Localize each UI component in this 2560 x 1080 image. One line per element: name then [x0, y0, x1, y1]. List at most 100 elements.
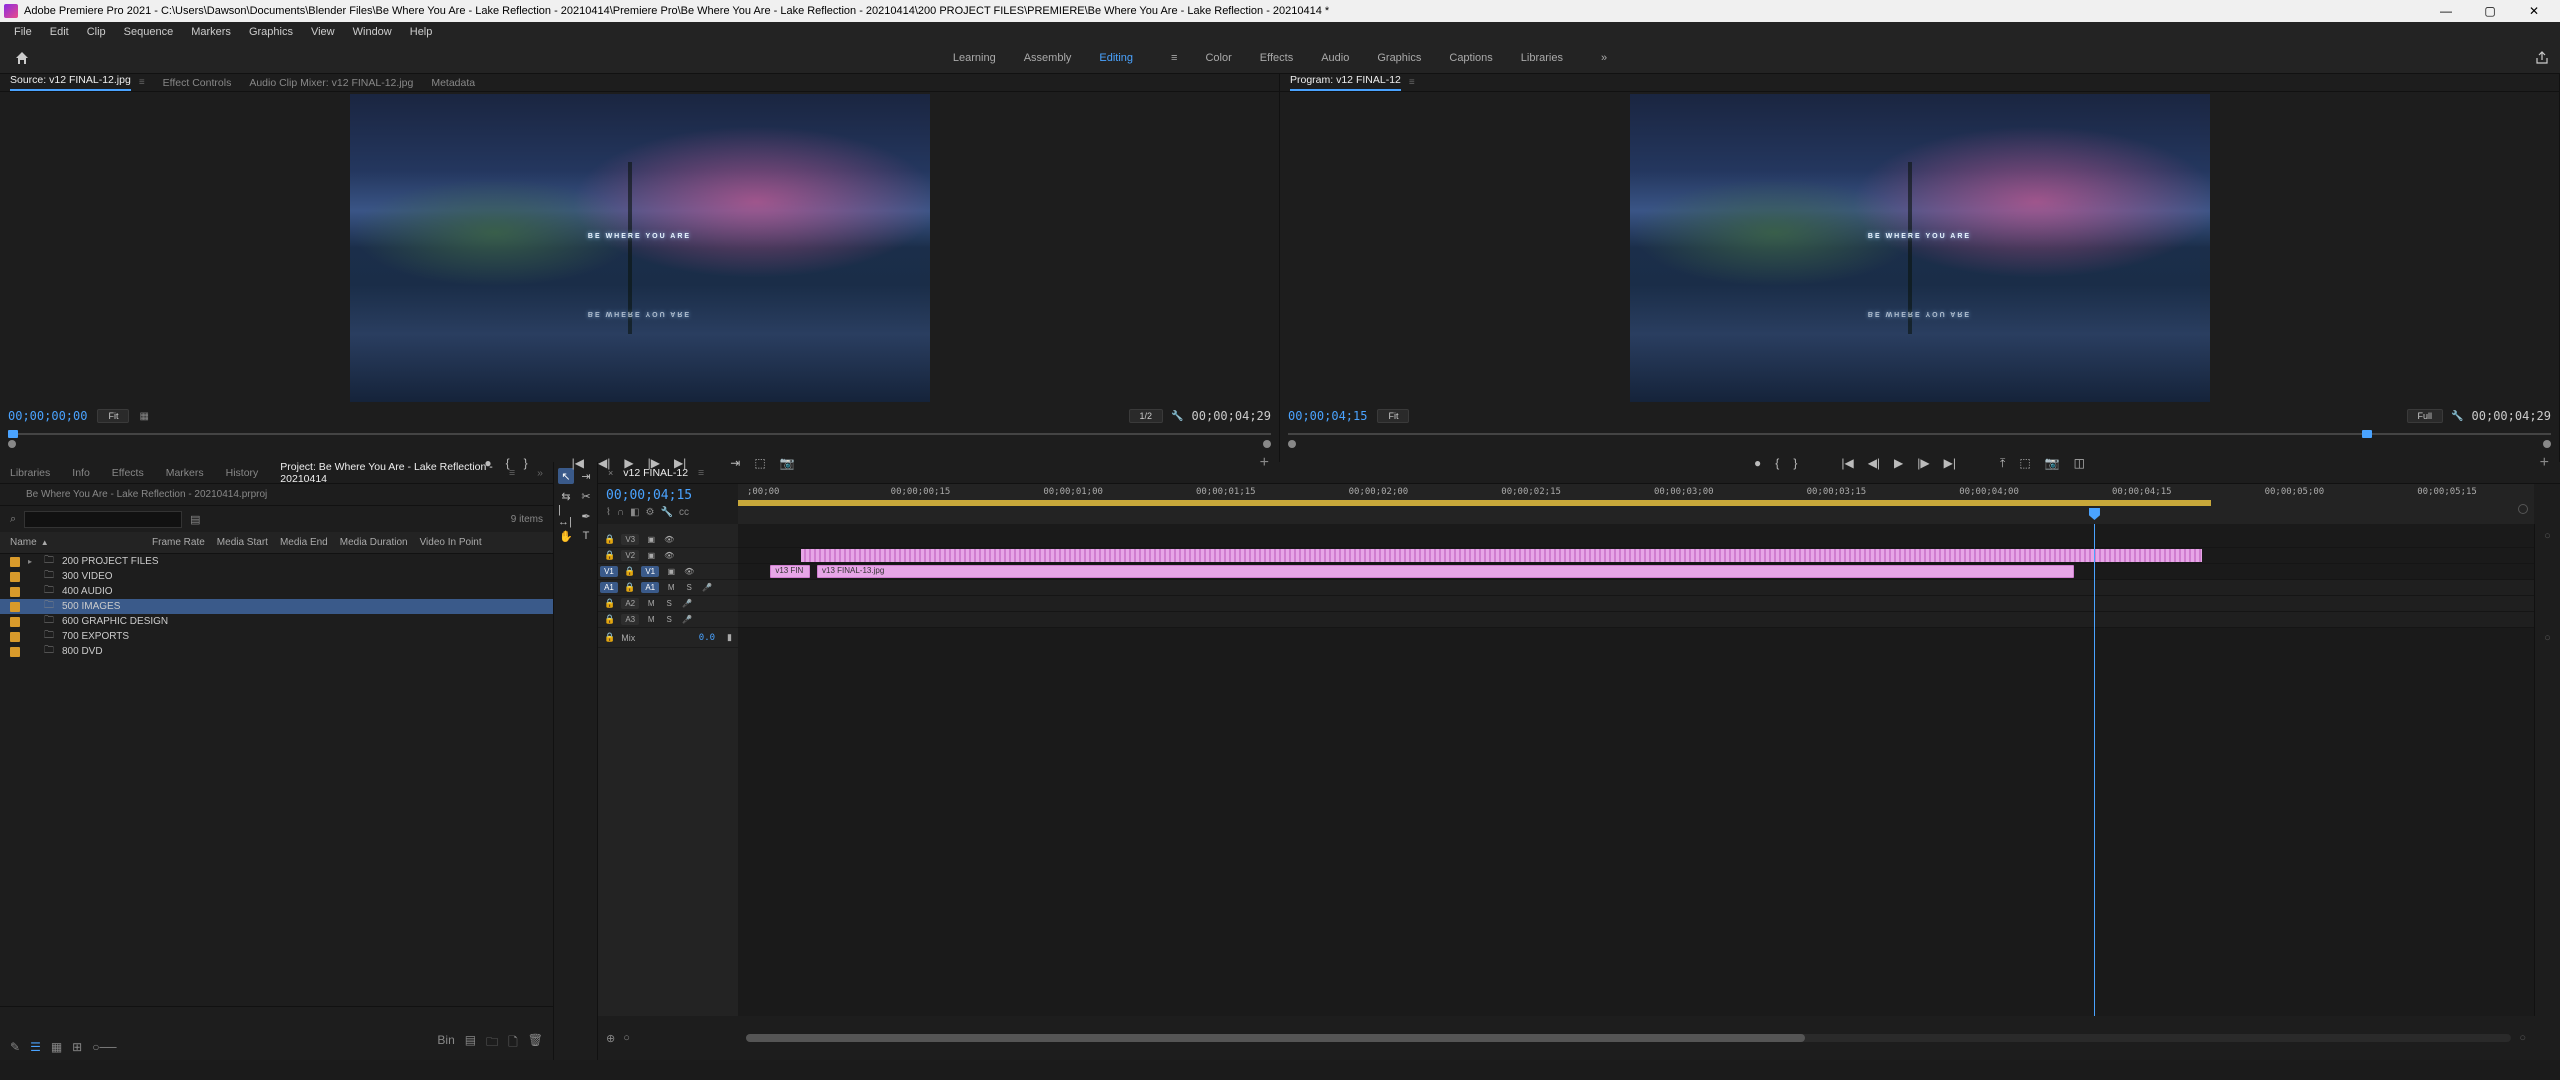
lock-icon[interactable]: 🔒 — [604, 550, 615, 561]
ws-overflow-icon[interactable]: » — [1601, 52, 1607, 64]
export-frame-icon[interactable]: 📷 — [2045, 456, 2060, 470]
snap-icon[interactable]: ⌇ — [606, 507, 611, 518]
project-row[interactable]: 🗀400 AUDIO — [0, 584, 553, 599]
track-v2[interactable] — [738, 548, 2534, 564]
button-editor-icon[interactable]: + — [2540, 454, 2549, 472]
timeline-timecode[interactable]: 00;00;04;15 — [606, 488, 730, 503]
menu-graphics[interactable]: Graphics — [241, 24, 301, 40]
ws-captions[interactable]: Captions — [1449, 52, 1492, 64]
ws-color[interactable]: Color — [1205, 52, 1231, 64]
icon-view-icon[interactable]: ▦ — [51, 1040, 62, 1054]
tab-source[interactable]: Source: v12 FINAL-12.jpg — [10, 74, 131, 91]
timeline-horizontal-scrollbar[interactable] — [746, 1034, 2511, 1042]
mute-button[interactable]: M — [645, 615, 657, 624]
zoom-slider[interactable]: ○── — [92, 1040, 116, 1054]
col-media-duration[interactable]: Media Duration — [340, 537, 408, 548]
go-to-out-icon[interactable]: ▶| — [674, 456, 686, 470]
timeline-ruler[interactable]: ;00;00 00;00;00;15 00;00;01;00 00;00;01;… — [738, 484, 2534, 524]
lock-icon[interactable]: 🔒 — [604, 614, 615, 625]
menu-window[interactable]: Window — [345, 24, 400, 40]
wrench-icon[interactable]: 🔧 — [2451, 411, 2463, 422]
mute-button[interactable]: M — [645, 599, 657, 608]
ripple-tool-icon[interactable]: ⇆ — [558, 488, 574, 504]
step-back-icon[interactable]: ◀| — [598, 456, 610, 470]
freeform-view-icon[interactable]: ⊞ — [72, 1040, 82, 1054]
project-row[interactable]: 🗀800 DVD — [0, 644, 553, 659]
tl-settings-icon[interactable]: ⊕ — [606, 1032, 615, 1045]
source-patch-a1[interactable]: A1 — [600, 582, 618, 593]
overwrite-icon[interactable]: ⬚ — [754, 456, 765, 470]
col-video-in[interactable]: Video In Point — [420, 537, 482, 548]
tab-program-menu-icon[interactable]: ≡ — [1409, 77, 1415, 88]
mark-out-icon[interactable]: } — [524, 456, 528, 470]
button-editor-icon[interactable]: + — [1260, 454, 1269, 472]
track-a1[interactable] — [738, 580, 2534, 596]
step-back-icon[interactable]: ◀| — [1868, 456, 1880, 470]
source-timecode[interactable]: 00;00;00;00 — [8, 409, 87, 423]
minimize-button[interactable]: — — [2424, 0, 2468, 22]
track-header-a3[interactable]: 🔒A3MS🎤 — [598, 612, 738, 628]
ws-editing[interactable]: Editing — [1099, 52, 1133, 64]
quick-export-button[interactable] — [2524, 50, 2560, 66]
tab-effect-controls[interactable]: Effect Controls — [163, 77, 232, 89]
lock-icon[interactable]: 🔒 — [604, 534, 615, 545]
mark-in-icon[interactable]: { — [506, 456, 510, 470]
write-icon[interactable]: ✎ — [10, 1040, 20, 1054]
mark-in-icon[interactable]: { — [1775, 456, 1779, 470]
project-search-input[interactable] — [24, 511, 182, 528]
wrench-icon[interactable]: 🔧 — [1171, 411, 1183, 422]
toggle-output-icon[interactable]: ▣ — [665, 567, 677, 576]
menu-file[interactable]: File — [6, 24, 40, 40]
eye-icon[interactable]: 👁 — [663, 551, 675, 560]
track-header-v3[interactable]: 🔒V3▣👁 — [598, 532, 738, 548]
tab-program[interactable]: Program: v12 FINAL-12 — [1290, 74, 1401, 91]
add-marker-icon[interactable]: ● — [484, 456, 491, 470]
sort-asc-icon[interactable]: ▲ — [41, 538, 49, 547]
lock-icon[interactable]: 🔒 — [624, 582, 635, 593]
go-to-in-icon[interactable]: |◀ — [1841, 456, 1853, 470]
close-button[interactable]: ✕ — [2512, 0, 2556, 22]
track-header-v2[interactable]: 🔒V2▣👁 — [598, 548, 738, 564]
go-to-out-icon[interactable]: ▶| — [1944, 456, 1956, 470]
voice-icon[interactable]: 🎤 — [681, 599, 693, 608]
extract-icon[interactable]: ⬚ — [2019, 456, 2030, 470]
project-row[interactable]: 🗀700 EXPORTS — [0, 629, 553, 644]
razor-tool-icon[interactable]: ✂ — [578, 488, 594, 504]
work-area-bar[interactable] — [738, 500, 2211, 506]
source-scrub-bar[interactable] — [8, 428, 1271, 448]
playhead[interactable] — [2094, 524, 2095, 1016]
menu-edit[interactable]: Edit — [42, 24, 77, 40]
program-scrub-bar[interactable] — [1288, 428, 2551, 448]
col-frame-rate[interactable]: Frame Rate — [152, 537, 205, 548]
cc-icon[interactable]: cc — [679, 507, 689, 518]
track-header-a2[interactable]: 🔒A2MS🎤 — [598, 596, 738, 612]
tab-audio-clip-mixer[interactable]: Audio Clip Mixer: v12 FINAL-12.jpg — [249, 77, 413, 89]
col-name[interactable]: Name — [10, 537, 37, 548]
ws-audio[interactable]: Audio — [1321, 52, 1349, 64]
trash-icon[interactable]: 🗑 — [528, 1033, 543, 1054]
mark-out-icon[interactable]: } — [1793, 456, 1797, 470]
pen-tool-icon[interactable]: ✒ — [578, 508, 594, 524]
lock-icon[interactable]: 🔒 — [604, 598, 615, 609]
menu-help[interactable]: Help — [402, 24, 441, 40]
step-forward-icon[interactable]: |▶ — [648, 456, 660, 470]
new-bin-icon[interactable]: 🗀 — [486, 1033, 498, 1054]
track-header-mix[interactable]: 🔒Mix0.0▮ — [598, 628, 738, 648]
zoom-scroll-icon[interactable] — [2518, 504, 2528, 514]
lift-icon[interactable]: ⤒ — [2000, 456, 2005, 471]
toggle-output-icon[interactable]: ▣ — [645, 535, 657, 544]
project-row[interactable]: 🗀300 VIDEO — [0, 569, 553, 584]
video-clip[interactable]: v13 FIN — [770, 565, 810, 578]
project-row[interactable]: 🗀500 IMAGES — [0, 599, 553, 614]
linked-selection-icon[interactable]: ∩ — [617, 507, 624, 518]
tab-source-menu-icon[interactable]: ≡ — [139, 77, 145, 88]
ws-assembly[interactable]: Assembly — [1024, 52, 1072, 64]
menu-sequence[interactable]: Sequence — [116, 24, 182, 40]
track-header-a1[interactable]: A1🔒A1MS🎤 — [598, 580, 738, 596]
play-icon[interactable]: ▶ — [624, 456, 633, 470]
list-view-icon[interactable]: ☰ — [30, 1040, 41, 1054]
ws-graphics[interactable]: Graphics — [1377, 52, 1421, 64]
source-resolution-dropdown[interactable]: 1/2 — [1129, 409, 1164, 423]
comparison-view-icon[interactable]: ◫ — [2074, 456, 2085, 470]
mute-button[interactable]: M — [665, 583, 677, 592]
